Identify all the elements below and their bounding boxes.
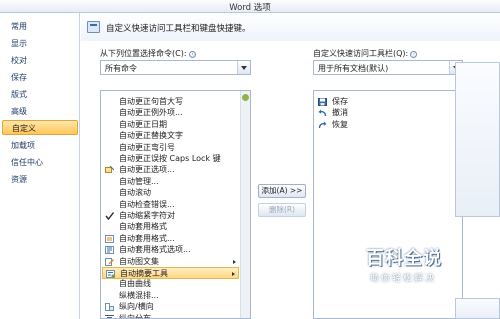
list-item-label: 自动缩紧字符对 [119,211,175,220]
nav-item-popular[interactable]: 常用 [2,19,78,34]
customize-toolbar-label: 自定义快速访问工具栏(Q): ⓘ [313,49,418,58]
toolbar-scope-combo[interactable]: 用于所有文档(默认) [313,60,463,75]
autoformat-options-icon [105,246,114,255]
nav-item-layout[interactable]: 版式 [2,87,78,102]
list-item[interactable]: 自动更正例外项... [102,107,239,119]
list-item-label: 自动滚动 [119,188,151,198]
nav-item-resources[interactable]: 资源 [2,172,78,187]
list-item[interactable]: 恢复 [315,119,461,131]
autocorrect-options-icon [105,166,115,174]
list-item-label: 自动检查错误... [119,199,175,209]
autotext-icon [105,257,114,266]
list-item[interactable]: 自动检查错误... [102,199,239,211]
undo-icon [318,109,327,117]
list-item[interactable]: 自动缩紧字符对 [102,210,239,222]
chevron-down-icon[interactable] [237,61,250,74]
list-item-label: 纵横混排... [119,290,159,300]
customize-toolbar-icon [87,21,100,33]
toolbar-scope-value: 用于所有文档(默认) [318,64,389,73]
list-item[interactable]: 自动更正选项... [102,164,239,176]
list-item[interactable]: 纵向/横向 [102,301,239,313]
list-item-label: 保存 [332,97,348,106]
list-item-label: 自动更正例外项... [119,108,183,118]
submenu-arrow-icon [232,272,235,276]
window-title: Word 选项 [229,3,271,13]
submenu-arrow-icon [233,259,236,264]
list-item[interactable]: 自动更正替换文字 [102,130,239,142]
header-band: 自定义快速访问工具栏和键盘快捷键。 [81,13,500,41]
list-item[interactable]: 自动套用格式... [102,233,239,245]
add-button[interactable]: 添加(A) >> [258,184,306,198]
redo-icon [318,121,327,129]
list-item-label: 自动管理... [119,176,159,186]
list-item[interactable]: 自动摘要工具 [102,267,239,279]
autosummary-icon [106,270,115,278]
list-item-label: 恢复 [332,119,348,129]
commands-listbox[interactable]: 自动更正句首大写 自动更正例外项... 自动更正日期 自动更正替换文字 自动更正弯引号自… [100,90,251,319]
watermark-subtitle: 助你轻松解决 [370,274,437,284]
list-item[interactable]: 自动更正句首大写 [102,96,239,108]
list-item[interactable]: 自由曲线 [102,278,239,290]
nav-item-proofing[interactable]: 校对 [2,53,78,68]
nav-item-addins[interactable]: 加载项 [2,138,78,153]
info-icon: ⓘ [410,51,418,58]
list-item-label: 纵向/横向 [119,302,154,312]
list-item[interactable]: 纵向分布 [102,313,239,319]
save-icon [318,98,327,106]
orientation-icon [105,303,114,312]
info-icon: ⓘ [188,51,196,58]
list-item-label: 纵向分布 [119,313,151,319]
list-item[interactable]: 自动套用格式选项... [102,244,239,256]
list-item-label: 自动更正误按 Caps Lock 键 [119,154,221,163]
modify-button[interactable] [455,298,500,319]
list-item[interactable]: 自动管理... [102,176,239,188]
scroll-thumb[interactable] [242,94,249,101]
list-item-label: 自动套用格式选项... [119,245,191,255]
choose-commands-label: 从下列位置选择命令(C): ⓘ [100,49,196,58]
remove-button[interactable]: 删除(R) [258,203,306,217]
title-bar: Word 选项 [0,0,500,13]
list-item[interactable]: 自动滚动 [102,187,239,199]
list-item[interactable]: 自动更正日期 [102,119,239,131]
list-item-label: 自动套用格式... [119,233,175,243]
nav-item-advanced[interactable]: 高级 [2,104,78,119]
checkmark-icon [105,212,115,221]
nav-item-save[interactable]: 保存 [2,70,78,85]
choose-commands-combo[interactable]: 所有命令 [100,60,251,75]
watermark: 百科全说 助你轻松解决 [360,244,500,294]
nav-item-display[interactable]: 显示 [2,36,78,51]
list-item-label: 自动更正替换文字 [119,131,183,141]
distribute-vertical-icon [105,314,114,318]
nav-item-customize[interactable]: 自定义 [2,120,78,135]
nav-item-trust-center[interactable]: 信任中心 [2,155,78,170]
commands-scrollbar[interactable] [240,91,250,318]
list-item-label: 自动更正选项... [119,165,175,175]
list-item-label: 自动套用格式 [119,222,167,232]
nav-sidebar: 常用 显示 校对 保存 版式 高级 自定义 加载项 信任中心 资源 [0,13,80,319]
list-item[interactable]: 纵横混排... [102,290,239,302]
header-text: 自定义快速访问工具栏和键盘快捷键。 [106,24,251,34]
list-item[interactable]: 自动图文集 [102,256,239,268]
watermark-title: 百科全说 [366,248,442,269]
list-item[interactable]: 自动套用格式 [102,221,239,233]
list-item-label: 自由曲线 [119,279,151,289]
choose-commands-value: 所有命令 [105,64,137,73]
list-item[interactable]: 撤消 [315,107,461,119]
list-item[interactable]: 自动更正误按 Caps Lock 键 [102,153,239,165]
list-item-label: 自动更正句首大写 [119,97,183,106]
list-item-label: 自动图文集 [119,256,159,266]
list-item-label: 撤消 [332,108,348,118]
list-item-label: 自动更正日期 [119,119,167,129]
move-controls-panel [455,62,500,217]
list-item[interactable]: 自动更正弯引号 [102,142,239,154]
autoformat-icon [105,234,114,243]
list-item-label: 自动更正弯引号 [119,142,175,152]
list-item[interactable]: 保存 [315,96,461,108]
